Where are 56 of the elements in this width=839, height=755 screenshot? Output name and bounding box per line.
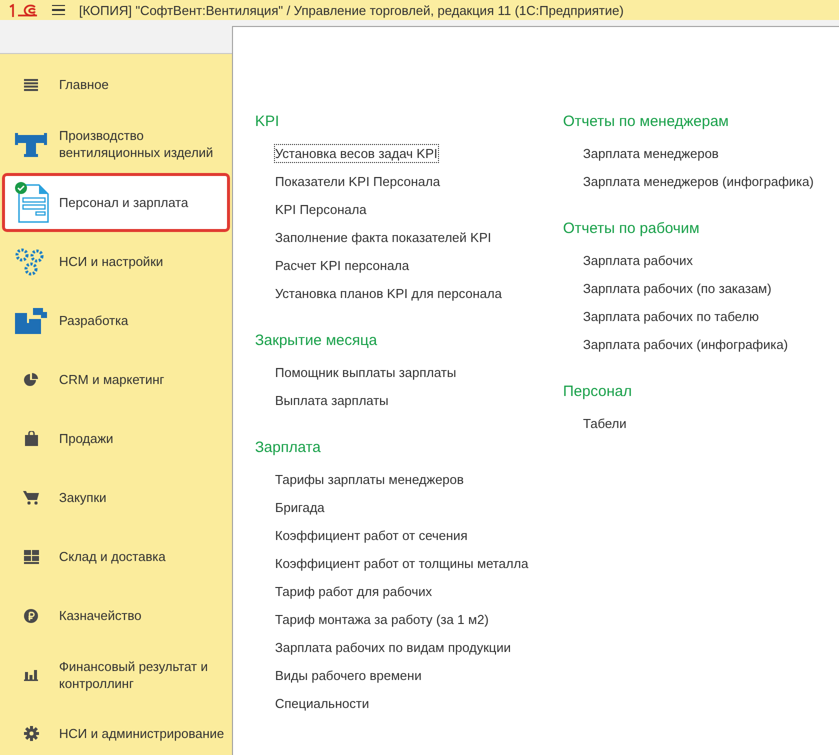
sidebar-item[interactable]: Производство вентиляционных изделий xyxy=(0,114,232,173)
menu-link[interactable]: Зарплата рабочих (по заказам) xyxy=(582,279,772,298)
menu-link[interactable]: Помощник выплаты зарплаты xyxy=(274,363,458,382)
menu-link[interactable]: Расчет KPI персонала xyxy=(274,256,410,275)
menu-link[interactable]: Коэффициент работ от сечения xyxy=(274,526,468,545)
section-heading: Зарплата xyxy=(255,439,322,457)
menu-link[interactable]: Специальности xyxy=(274,694,370,713)
menu-link[interactable]: Табели xyxy=(582,414,628,433)
menu-link[interactable]: Установка весов задач KPI xyxy=(274,144,438,163)
pie-chart-icon xyxy=(24,372,38,386)
menu-link[interactable]: KPI Персонала xyxy=(274,200,368,219)
menu-link[interactable]: Коэффициент работ от толщины металла xyxy=(274,554,530,573)
menu-link[interactable]: Тариф монтажа за работу (за 1 м2) xyxy=(274,610,490,629)
section-heading: Отчеты по менеджерам xyxy=(563,113,730,131)
menu-link[interactable]: Тариф работ для рабочих xyxy=(274,582,434,601)
menu-link[interactable]: Установка планов KPI для персонала xyxy=(274,284,503,303)
menu-link[interactable]: Зарплата рабочих xyxy=(582,251,694,270)
sidebar-item[interactable]: CRM и маркетинг xyxy=(0,350,232,409)
sidebar-item[interactable]: Склад и доставка xyxy=(0,527,232,586)
section-heading: Персонал xyxy=(563,383,633,401)
sidebar-item[interactable]: Разработка xyxy=(0,291,232,350)
section-heading: KPI xyxy=(255,113,280,131)
bar-chart-icon xyxy=(24,668,38,681)
document-icon xyxy=(13,182,51,224)
sidebar-item[interactable]: НСИ и настройки xyxy=(0,232,232,291)
section-heading: Закрытие месяца xyxy=(255,332,378,350)
menu-link[interactable]: Зарплата рабочих (инфографика) xyxy=(582,335,789,354)
settings-icon xyxy=(24,726,38,741)
menu-link[interactable]: Зарплата менеджеров xyxy=(582,144,720,163)
menu-link[interactable]: Заполнение факта показателей KPI xyxy=(274,228,492,247)
list-icon xyxy=(24,78,38,90)
menu-link[interactable]: Зарплата менеджеров (инфографика) xyxy=(582,172,815,191)
sidebar-item[interactable]: Казначейство xyxy=(0,586,232,645)
sidebar-item[interactable]: Продажи xyxy=(0,409,232,468)
ruble-coin-icon xyxy=(24,608,38,622)
section-heading: Отчеты по рабочим xyxy=(563,220,700,238)
sidebar-item[interactable]: Закупки xyxy=(0,468,232,527)
puzzle-icon xyxy=(15,306,47,334)
window-title: [КОПИЯ] "СофтВент:Вентиляция" / Управление торговлей, редакция 11 (1С:Предприятие) xyxy=(79,2,624,18)
cart-icon xyxy=(23,490,39,504)
pipe-tee-icon xyxy=(15,130,47,156)
menu-link[interactable]: Бригада xyxy=(274,498,326,517)
logo-icon xyxy=(8,4,38,16)
sidebar-item[interactable]: НСИ и администрирование xyxy=(0,704,232,755)
sidebar-item[interactable]: Финансовый результат и контроллинг xyxy=(0,645,232,704)
sidebar-item[interactable]: Персонал и зарплата xyxy=(2,173,230,232)
menu-icon[interactable] xyxy=(52,4,65,16)
menu-link[interactable]: Выплата зарплаты xyxy=(274,391,390,410)
warehouse-icon xyxy=(24,550,38,564)
menu-link[interactable]: Показатели KPI Персонала xyxy=(274,172,442,191)
menu-link[interactable]: Тарифы зарплаты менеджеров xyxy=(274,470,465,489)
menu-link[interactable]: Зарплата рабочих по видам продукции xyxy=(274,638,512,657)
sidebar-item[interactable]: Главное xyxy=(0,55,232,114)
shopping-bag-icon xyxy=(24,431,38,446)
menu-link[interactable]: Зарплата рабочих по табелю xyxy=(582,307,760,326)
menu-link[interactable]: Виды рабочего времени xyxy=(274,666,423,685)
